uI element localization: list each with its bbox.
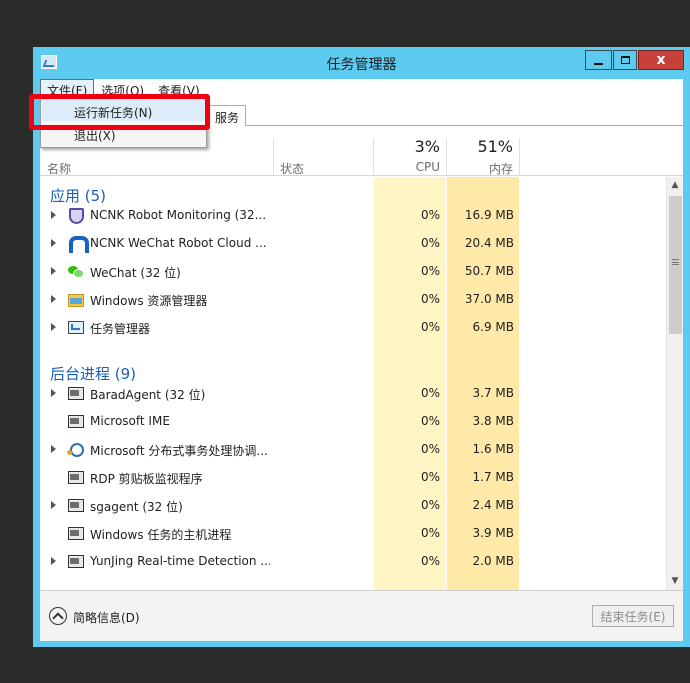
expand-arrow-icon[interactable] [51, 323, 56, 331]
process-row[interactable]: RDP 剪贴板监视程序 0% 1.7 MB [40, 463, 666, 491]
memory-label: 内存 [488, 162, 513, 176]
process-name: Windows 资源管理器 [90, 294, 208, 308]
process-row[interactable]: BaradAgent (32 位) 0% 3.7 MB [40, 379, 666, 407]
memory-total-percent: 51% [477, 137, 513, 156]
column-name[interactable]: 名称 [47, 160, 71, 177]
fewer-details-link[interactable]: 简略信息(D) [73, 609, 140, 626]
task-manager-icon [67, 319, 84, 334]
process-memory: 3.7 MB [472, 386, 514, 400]
column-cpu[interactable]: 3% CPU [374, 126, 446, 176]
window-icon [67, 413, 84, 428]
scroll-down-arrow-icon[interactable]: ▼ [667, 573, 683, 590]
process-name: NCNK Robot Monitoring (32... [90, 208, 267, 222]
process-cpu: 0% [420, 498, 440, 512]
folder-icon [67, 291, 84, 307]
process-name: sgagent (32 位) [90, 500, 183, 514]
expand-arrow-icon[interactable] [51, 389, 56, 397]
process-row[interactable]: Microsoft IME 0% 3.8 MB [40, 407, 666, 435]
network-icon [67, 441, 84, 457]
chevron-up-circle-icon[interactable] [49, 607, 67, 625]
process-memory: 3.9 MB [472, 526, 514, 540]
process-name: Microsoft IME [90, 414, 170, 428]
column-memory[interactable]: 51% 内存 [447, 126, 519, 176]
process-memory: 50.7 MB [464, 264, 514, 278]
maximize-icon [620, 56, 630, 64]
process-memory: 3.8 MB [472, 414, 514, 428]
expand-arrow-icon[interactable] [51, 239, 56, 247]
magnet-icon [67, 235, 89, 253]
process-cpu: 0% [420, 386, 440, 400]
footer-bar: 简略信息(D) 结束任务(E) [40, 590, 683, 641]
expand-arrow-icon[interactable] [51, 267, 56, 275]
process-name: Microsoft 分布式事务处理协调... [90, 444, 268, 458]
window-icon [67, 385, 84, 400]
process-name: NCNK WeChat Robot Cloud ... [90, 236, 267, 250]
process-memory: 16.9 MB [464, 208, 514, 222]
window-icon [67, 553, 84, 568]
process-cpu: 0% [420, 526, 440, 540]
process-row[interactable]: WeChat (32 位) 0% 50.7 MB [40, 257, 666, 285]
process-cpu: 0% [420, 554, 440, 568]
close-icon: x [656, 52, 666, 68]
window-icon [67, 497, 84, 512]
process-row[interactable]: YunJing Real-time Detection ... 0% 2.0 M… [40, 547, 666, 575]
expand-arrow-icon[interactable] [51, 557, 56, 565]
minimize-button[interactable] [585, 50, 612, 70]
process-memory: 37.0 MB [464, 292, 514, 306]
scroll-grip-icon [672, 259, 679, 265]
scroll-up-arrow-icon[interactable]: ▲ [667, 177, 683, 194]
maximize-button[interactable] [613, 50, 637, 70]
process-row[interactable]: 任务管理器 0% 6.9 MB [40, 313, 666, 341]
close-button[interactable]: x [638, 50, 684, 70]
process-name: BaradAgent (32 位) [90, 388, 206, 402]
tab-services[interactable]: 服务 [208, 105, 247, 126]
end-task-button[interactable]: 结束任务(E) [592, 605, 674, 627]
process-cpu: 0% [420, 442, 440, 456]
scroll-thumb[interactable] [669, 196, 682, 334]
shield-icon [67, 207, 84, 224]
wechat-icon [67, 263, 84, 278]
column-status[interactable]: 状态 [280, 160, 304, 177]
column-divider [273, 138, 274, 176]
process-name: Windows 任务的主机进程 [90, 528, 232, 542]
window-icon [67, 525, 84, 540]
process-memory: 6.9 MB [472, 320, 514, 334]
process-list: 应用 (5) NCNK Robot Monitoring (32... 0% 1… [40, 177, 683, 590]
process-cpu: 0% [420, 208, 440, 222]
process-name: WeChat (32 位) [90, 266, 181, 280]
process-memory: 2.4 MB [472, 498, 514, 512]
expand-arrow-icon[interactable] [51, 211, 56, 219]
process-row[interactable]: Windows 任务的主机进程 0% 3.9 MB [40, 519, 666, 547]
process-memory: 1.6 MB [472, 442, 514, 456]
process-name: 任务管理器 [90, 322, 151, 336]
process-row[interactable]: Windows 资源管理器 0% 37.0 MB [40, 285, 666, 313]
column-divider [519, 138, 520, 176]
process-row[interactable]: Microsoft 分布式事务处理协调... 0% 1.6 MB [40, 435, 666, 463]
cpu-total-percent: 3% [414, 137, 440, 156]
process-row[interactable]: sgagent (32 位) 0% 2.4 MB [40, 491, 666, 519]
process-memory: 20.4 MB [464, 236, 514, 250]
vertical-scrollbar[interactable]: ▲ ▼ [666, 177, 683, 590]
expand-arrow-icon[interactable] [51, 501, 56, 509]
process-name: RDP 剪贴板监视程序 [90, 472, 203, 486]
expand-arrow-icon[interactable] [51, 295, 56, 303]
annotation-highlight-box [29, 94, 210, 130]
process-cpu: 0% [420, 320, 440, 334]
process-cpu: 0% [420, 470, 440, 484]
process-cpu: 0% [420, 236, 440, 250]
process-row[interactable]: NCNK WeChat Robot Cloud ... 0% 20.4 MB [40, 229, 666, 257]
expand-arrow-icon[interactable] [51, 445, 56, 453]
cpu-label: CPU [415, 160, 440, 174]
client-area: 文件(F) 选项(O) 查看(V) 服务 名称 状态 3% CPU 51% 内存 [40, 79, 683, 641]
process-memory: 2.0 MB [472, 554, 514, 568]
process-cpu: 0% [420, 414, 440, 428]
minimize-icon [594, 63, 603, 65]
title-bar[interactable]: 任务管理器 x [33, 47, 690, 79]
process-cpu: 0% [420, 292, 440, 306]
process-cpu: 0% [420, 264, 440, 278]
process-row[interactable]: NCNK Robot Monitoring (32... 0% 16.9 MB [40, 201, 666, 229]
process-name: YunJing Real-time Detection ... [90, 554, 270, 568]
window-icon [67, 469, 84, 484]
process-memory: 1.7 MB [472, 470, 514, 484]
